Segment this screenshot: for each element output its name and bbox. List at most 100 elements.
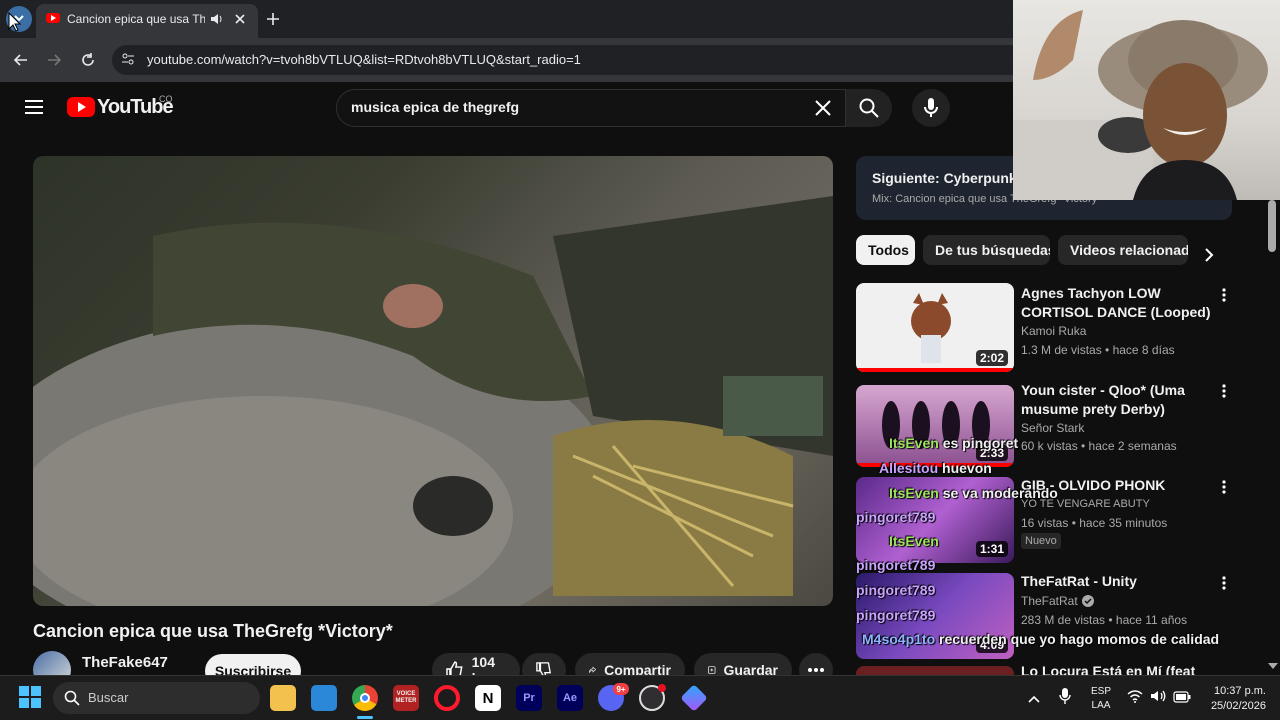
clock-time: 10:37 p.m.: [1214, 685, 1266, 697]
microphone-icon: [924, 98, 938, 117]
menu-icon[interactable]: [25, 99, 43, 115]
search-icon: [859, 98, 879, 118]
chat-text: recuerden que yo hago momos de calidad: [939, 631, 1220, 647]
search-input[interactable]: musica epica de thegrefg: [351, 99, 519, 115]
keyboard-layout: LAA: [1091, 700, 1111, 711]
tray-overflow-icon[interactable]: [1028, 690, 1042, 703]
rec-duration: 2:02: [975, 350, 1008, 366]
rec-channel-name: TheFatRat: [1021, 594, 1078, 608]
chat-user: ItsEven: [889, 485, 939, 501]
channel-name[interactable]: TheFake647: [82, 654, 168, 671]
more-horizontal-icon: [808, 668, 824, 672]
chrome-center: [360, 693, 370, 703]
app-icon[interactable]: [680, 684, 708, 712]
language-code: ESP: [1090, 686, 1111, 697]
rec-meta: 16 vistas • hace 35 minutos: [1021, 516, 1168, 530]
mouse-cursor-icon: [8, 11, 22, 32]
search-button[interactable]: [846, 89, 892, 127]
chat-user: pingoret789: [856, 557, 936, 573]
forward-icon[interactable]: [43, 50, 65, 70]
voicemeeter-icon[interactable]: VOICE METER: [393, 685, 419, 711]
rec-title: Lo Locura Está en Mí (feat: [1021, 666, 1196, 675]
rec-title[interactable]: Youn cister - Qloo* (Uma musume prety De…: [1021, 381, 1211, 419]
rec-title[interactable]: TheFatRat - Unity: [1021, 573, 1137, 589]
after-effects-icon[interactable]: Ae: [557, 685, 583, 711]
chat-user: pingoret789: [856, 607, 936, 623]
next-label: Siguiente: Cyberpunk: E: [872, 170, 1035, 186]
microsoft-store-icon[interactable]: [311, 685, 337, 711]
country-code: CO: [159, 94, 173, 104]
video-player[interactable]: [33, 156, 833, 606]
rec-thumbnail[interactable]: 2:33: [856, 385, 1014, 467]
chip-all[interactable]: Todos: [856, 235, 915, 265]
rec-channel[interactable]: TheFatRat: [1021, 594, 1094, 608]
discord-badge: 9+: [613, 683, 629, 695]
rec-thumbnail[interactable]: [856, 666, 1014, 675]
chat-message: ItsEven es pingoret: [889, 435, 1018, 451]
chat-text: se va moderando: [942, 485, 1058, 501]
chat-message: Allesitou huevon: [879, 460, 992, 476]
clear-search-icon[interactable]: [812, 97, 834, 119]
rec-more-icon[interactable]: [1216, 382, 1232, 400]
tab-close-icon[interactable]: [232, 11, 248, 27]
chat-user: ItsEven: [889, 533, 939, 549]
rec-title[interactable]: Agnes Tachyon LOW CORTISOL DANCE (Looped…: [1021, 284, 1217, 322]
chat-user: ItsEven: [889, 435, 939, 451]
video-title: Cancion epica que usa TheGrefg *Victory*: [33, 621, 393, 641]
rec-meta: 1.3 M de vistas • hace 8 días: [1021, 343, 1175, 357]
rec-channel[interactable]: Señor Stark: [1021, 421, 1084, 435]
active-app-indicator: [357, 716, 373, 719]
rec-title-clip[interactable]: Lo Locura Está en Mí (feat: [1021, 666, 1217, 675]
chat-message: ItsEven se va moderando: [889, 485, 1058, 501]
webcam-overlay: [1013, 0, 1280, 200]
chat-message: pingoret789: [856, 607, 935, 623]
battery-icon[interactable]: [1173, 690, 1191, 703]
recording-dot: [658, 684, 666, 692]
rec-meta: 283 M de vistas • hace 11 años: [1021, 613, 1188, 627]
voice-search-button[interactable]: [912, 89, 950, 127]
notion-icon[interactable]: N: [475, 685, 501, 711]
youtube-logo-icon[interactable]: [67, 97, 95, 117]
chat-message: pingoret789: [856, 509, 935, 525]
rec-more-icon[interactable]: [1216, 574, 1232, 592]
language-indicator[interactable]: ESP LAA: [1086, 685, 1116, 713]
tab-audio-icon[interactable]: [209, 11, 225, 27]
opera-icon[interactable]: [434, 685, 460, 711]
rec-channel[interactable]: Kamoi Ruka: [1021, 324, 1086, 338]
reload-icon[interactable]: [77, 50, 99, 70]
verified-icon: [1081, 595, 1094, 607]
rec-meta: 60 k vistas • hace 2 semanas: [1021, 439, 1177, 453]
chat-text: es pingoret: [942, 435, 1019, 451]
file-explorer-icon[interactable]: [270, 685, 296, 711]
volume-icon[interactable]: [1150, 689, 1166, 703]
rec-thumbnail[interactable]: 2:02: [856, 283, 1014, 372]
new-badge: Nuevo: [1021, 533, 1061, 549]
site-info-icon[interactable]: [120, 51, 136, 67]
tab-title: Cancion epica que usa TheG: [67, 12, 205, 26]
chat-user: Allesitou: [879, 460, 939, 476]
premiere-icon[interactable]: Pr: [516, 685, 542, 711]
rec-more-icon[interactable]: [1216, 478, 1232, 496]
new-tab-icon[interactable]: [264, 10, 282, 28]
back-icon[interactable]: [10, 50, 32, 70]
chip-related[interactable]: Videos relacionados: [1058, 235, 1188, 265]
page-scrollbar[interactable]: [1268, 200, 1276, 252]
wifi-icon[interactable]: [1127, 689, 1143, 703]
scroll-down-arrow[interactable]: [1268, 663, 1278, 669]
chrome-icon[interactable]: [352, 685, 378, 711]
microphone-tray-icon[interactable]: [1059, 688, 1071, 704]
clock-date: 25/02/2026: [1210, 700, 1266, 712]
chat-user: M4so4p1to: [862, 631, 936, 647]
rec-duration: 1:31: [975, 541, 1008, 557]
chat-user: pingoret789: [856, 509, 936, 525]
chat-user: pingoret789: [856, 582, 936, 598]
clock[interactable]: 10:37 p.m. 25/02/2026: [1200, 684, 1266, 714]
url-text: youtube.com/watch?v=tvoh8bVTLUQ&list=RDt…: [147, 52, 581, 67]
chat-message: ItsEven: [889, 533, 939, 549]
chip-from-searches[interactable]: De tus búsquedas: [923, 235, 1050, 265]
youtube-favicon: [46, 13, 60, 23]
rec-more-icon[interactable]: [1216, 286, 1232, 304]
taskbar-apps: VOICE METER N Pr Ae 9+: [0, 675, 720, 720]
chat-message: pingoret789: [856, 557, 935, 573]
chips-next-icon[interactable]: [1196, 242, 1222, 268]
